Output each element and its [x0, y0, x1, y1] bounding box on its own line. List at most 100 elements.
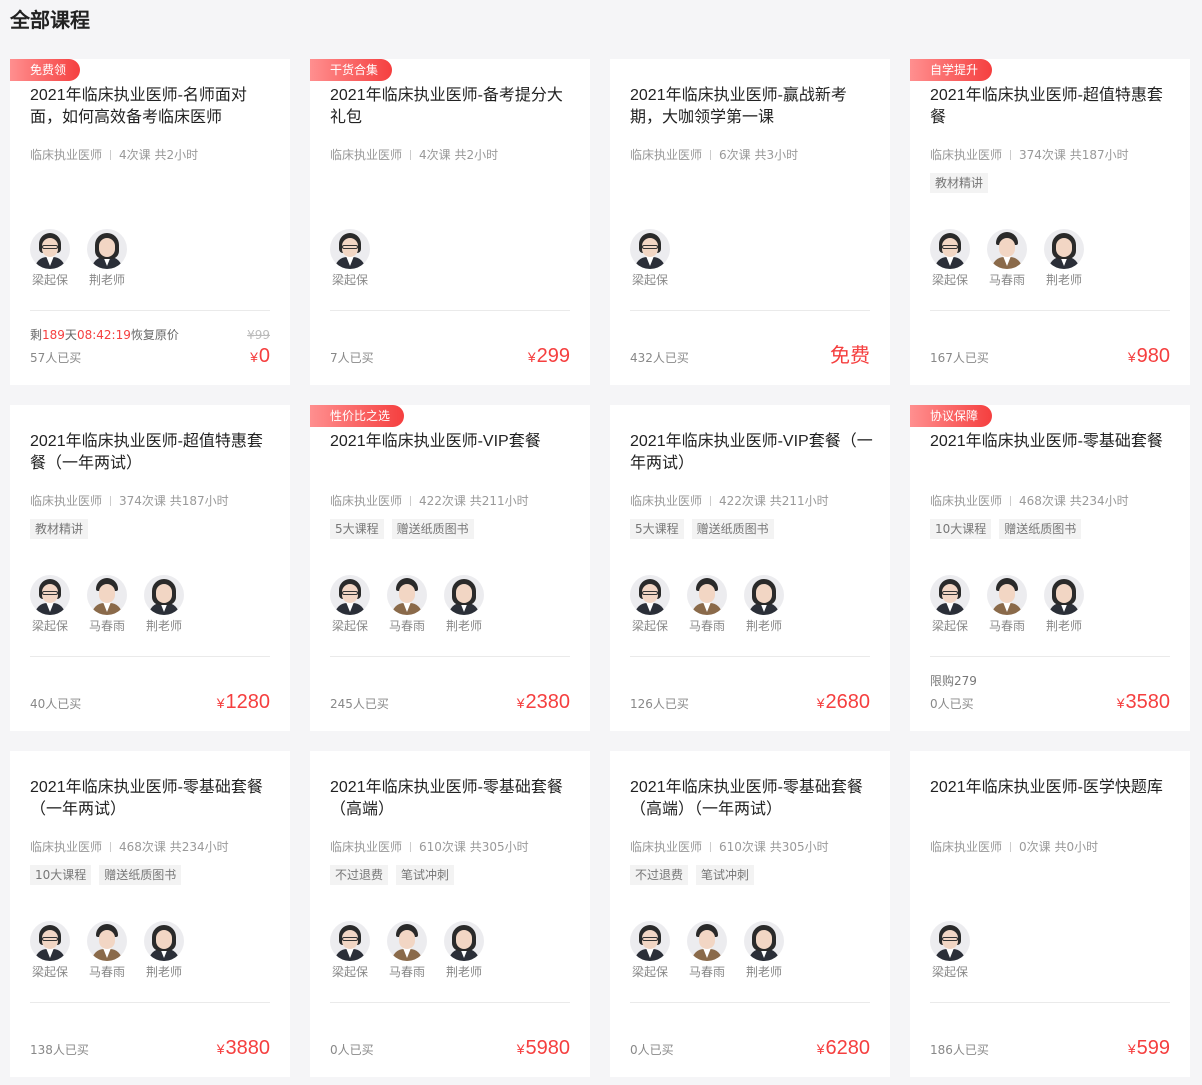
teacher-avatar[interactable]	[1044, 229, 1084, 269]
teacher[interactable]: 梁起保	[30, 921, 70, 980]
course-title[interactable]: 2021年临床执业医师-医学快题库	[930, 777, 1174, 799]
course-tags: 5大课程 赠送纸质图书	[630, 519, 774, 539]
course-title[interactable]: 2021年临床执业医师-零基础套餐	[930, 431, 1174, 453]
teacher-avatar[interactable]	[1044, 575, 1084, 615]
teacher[interactable]: 马春雨	[87, 921, 127, 980]
card-divider	[930, 310, 1170, 311]
teacher-avatar[interactable]	[30, 229, 70, 269]
teacher-avatar[interactable]	[30, 575, 70, 615]
teacher[interactable]: 荆老师	[144, 575, 184, 634]
course-card[interactable]: 2021年临床执业医师-VIP套餐（一年两试） 临床执业医师 422次课 共211小…	[610, 405, 890, 731]
teacher-avatar[interactable]	[144, 575, 184, 615]
teacher-name: 梁起保	[331, 965, 368, 979]
teacher-avatar[interactable]	[687, 575, 727, 615]
course-title[interactable]: 2021年临床执业医师-VIP套餐（一年两试）	[630, 431, 874, 475]
teacher-avatar[interactable]	[444, 575, 484, 615]
teacher[interactable]: 荆老师	[444, 575, 484, 634]
currency-symbol: ¥	[216, 695, 225, 711]
teacher[interactable]: 马春雨	[687, 575, 727, 634]
teacher-avatar[interactable]	[87, 229, 127, 269]
teacher[interactable]: 梁起保	[930, 921, 970, 980]
teacher[interactable]: 梁起保	[630, 575, 670, 634]
course-card[interactable]: 干货合集 2021年临床执业医师-备考提分大礼包 临床执业医师 4次课 共2小时 梁起保…	[310, 59, 590, 385]
teacher[interactable]: 梁起保	[30, 229, 70, 288]
course-card[interactable]: 2021年临床执业医师-零基础套餐（高端） 临床执业医师 610次课 共305小时不…	[310, 751, 590, 1077]
course-title[interactable]: 2021年临床执业医师-超值特惠套餐	[930, 85, 1174, 129]
teacher[interactable]: 荆老师	[144, 921, 184, 980]
course-category: 临床执业医师	[630, 840, 703, 854]
teacher[interactable]: 荆老师	[1044, 575, 1084, 634]
teacher[interactable]: 荆老师	[744, 575, 784, 634]
teacher-avatar[interactable]	[387, 575, 427, 615]
teacher-name: 梁起保	[31, 619, 68, 633]
teacher[interactable]: 马春雨	[387, 575, 427, 634]
teacher-avatar[interactable]	[630, 575, 670, 615]
teacher[interactable]: 梁起保	[930, 575, 970, 634]
course-card[interactable]: 2021年临床执业医师-医学快题库 临床执业医师 0次课 共0小时 梁起保 186人已买…	[910, 751, 1190, 1077]
teacher-name: 马春雨	[388, 619, 425, 633]
teacher-avatar[interactable]	[87, 575, 127, 615]
course-lessons: 4次课 共2小时	[419, 148, 499, 162]
course-card[interactable]: 2021年临床执业医师-零基础套餐（高端）（一年两试） 临床执业医师 610次课 共…	[610, 751, 890, 1077]
teacher-avatar[interactable]	[387, 921, 427, 961]
teacher[interactable]: 马春雨	[87, 575, 127, 634]
course-title[interactable]: 2021年临床执业医师-零基础套餐（一年两试）	[30, 777, 274, 821]
course-title[interactable]: 2021年临床执业医师-VIP套餐	[330, 431, 574, 453]
course-title[interactable]: 2021年临床执业医师-超值特惠套餐（一年两试）	[30, 431, 274, 475]
course-tag: 教材精讲	[930, 173, 989, 193]
teacher-avatar[interactable]	[630, 229, 670, 269]
teacher[interactable]: 梁起保	[330, 229, 370, 288]
teacher-avatar[interactable]	[87, 921, 127, 961]
buyer-count: 57人已买	[30, 351, 82, 365]
teacher-avatar[interactable]	[144, 921, 184, 961]
teacher[interactable]: 梁起保	[330, 575, 370, 634]
teacher-avatar[interactable]	[30, 921, 70, 961]
teacher[interactable]: 梁起保	[930, 229, 970, 288]
teacher-avatar[interactable]	[630, 921, 670, 961]
teacher-avatar[interactable]	[930, 575, 970, 615]
course-card[interactable]: 自学提升 2021年临床执业医师-超值特惠套餐 临床执业医师 374次课 共187小时…	[910, 59, 1190, 385]
teacher-avatar[interactable]	[330, 229, 370, 269]
teacher[interactable]: 梁起保	[630, 229, 670, 288]
card-divider	[330, 310, 570, 311]
teacher[interactable]: 梁起保	[30, 575, 70, 634]
teacher[interactable]: 马春雨	[987, 229, 1027, 288]
teacher-avatar[interactable]	[930, 229, 970, 269]
teacher-avatar[interactable]	[930, 921, 970, 961]
teacher-name: 荆老师	[1045, 273, 1082, 287]
teacher-avatar[interactable]	[987, 575, 1027, 615]
course-category: 临床执业医师	[30, 840, 103, 854]
course-lessons: 422次课 共211小时	[719, 494, 829, 508]
teacher[interactable]: 荆老师	[444, 921, 484, 980]
teacher[interactable]: 梁起保	[330, 921, 370, 980]
teacher[interactable]: 马春雨	[687, 921, 727, 980]
meta-separator	[110, 496, 112, 506]
teacher-list: 梁起保	[930, 921, 970, 980]
course-title[interactable]: 2021年临床执业医师-名师面对面，如何高效备考临床医师	[30, 85, 274, 129]
course-title[interactable]: 2021年临床执业医师-备考提分大礼包	[330, 85, 574, 129]
course-title[interactable]: 2021年临床执业医师-零基础套餐（高端）（一年两试）	[630, 777, 874, 821]
teacher-avatar[interactable]	[330, 575, 370, 615]
teacher[interactable]: 荆老师	[744, 921, 784, 980]
course-card[interactable]: 2021年临床执业医师-赢战新考期，大咖领学第一课 临床执业医师 6次课 共3小时梁…	[610, 59, 890, 385]
teacher-avatar[interactable]	[744, 575, 784, 615]
course-title[interactable]: 2021年临床执业医师-赢战新考期，大咖领学第一课	[630, 85, 874, 129]
teacher-avatar[interactable]	[330, 921, 370, 961]
course-card[interactable]: 免费领 2021年临床执业医师-名师面对面，如何高效备考临床医师 临床执业医师 4次课…	[10, 59, 290, 385]
teacher[interactable]: 梁起保	[630, 921, 670, 980]
teacher[interactable]: 荆老师	[1044, 229, 1084, 288]
teacher-list: 梁起保 马春雨 荆老师	[930, 229, 1084, 288]
teacher-avatar[interactable]	[444, 921, 484, 961]
teacher-avatar[interactable]	[687, 921, 727, 961]
teacher-avatar[interactable]	[744, 921, 784, 961]
course-card[interactable]: 2021年临床执业医师-超值特惠套餐（一年两试） 临床执业医师 374次课 共187…	[10, 405, 290, 731]
course-title[interactable]: 2021年临床执业医师-零基础套餐（高端）	[330, 777, 574, 821]
course-card[interactable]: 2021年临床执业医师-零基础套餐（一年两试） 临床执业医师 468次课 共234小…	[10, 751, 290, 1077]
glasses-icon	[342, 245, 358, 249]
teacher[interactable]: 马春雨	[987, 575, 1027, 634]
teacher-avatar[interactable]	[987, 229, 1027, 269]
teacher[interactable]: 荆老师	[87, 229, 127, 288]
course-card[interactable]: 协议保障 2021年临床执业医师-零基础套餐 临床执业医师 468次课 共234小时 1…	[910, 405, 1190, 731]
teacher[interactable]: 马春雨	[387, 921, 427, 980]
course-card[interactable]: 性价比之选 2021年临床执业医师-VIP套餐 临床执业医师 422次课 共211小时…	[310, 405, 590, 731]
